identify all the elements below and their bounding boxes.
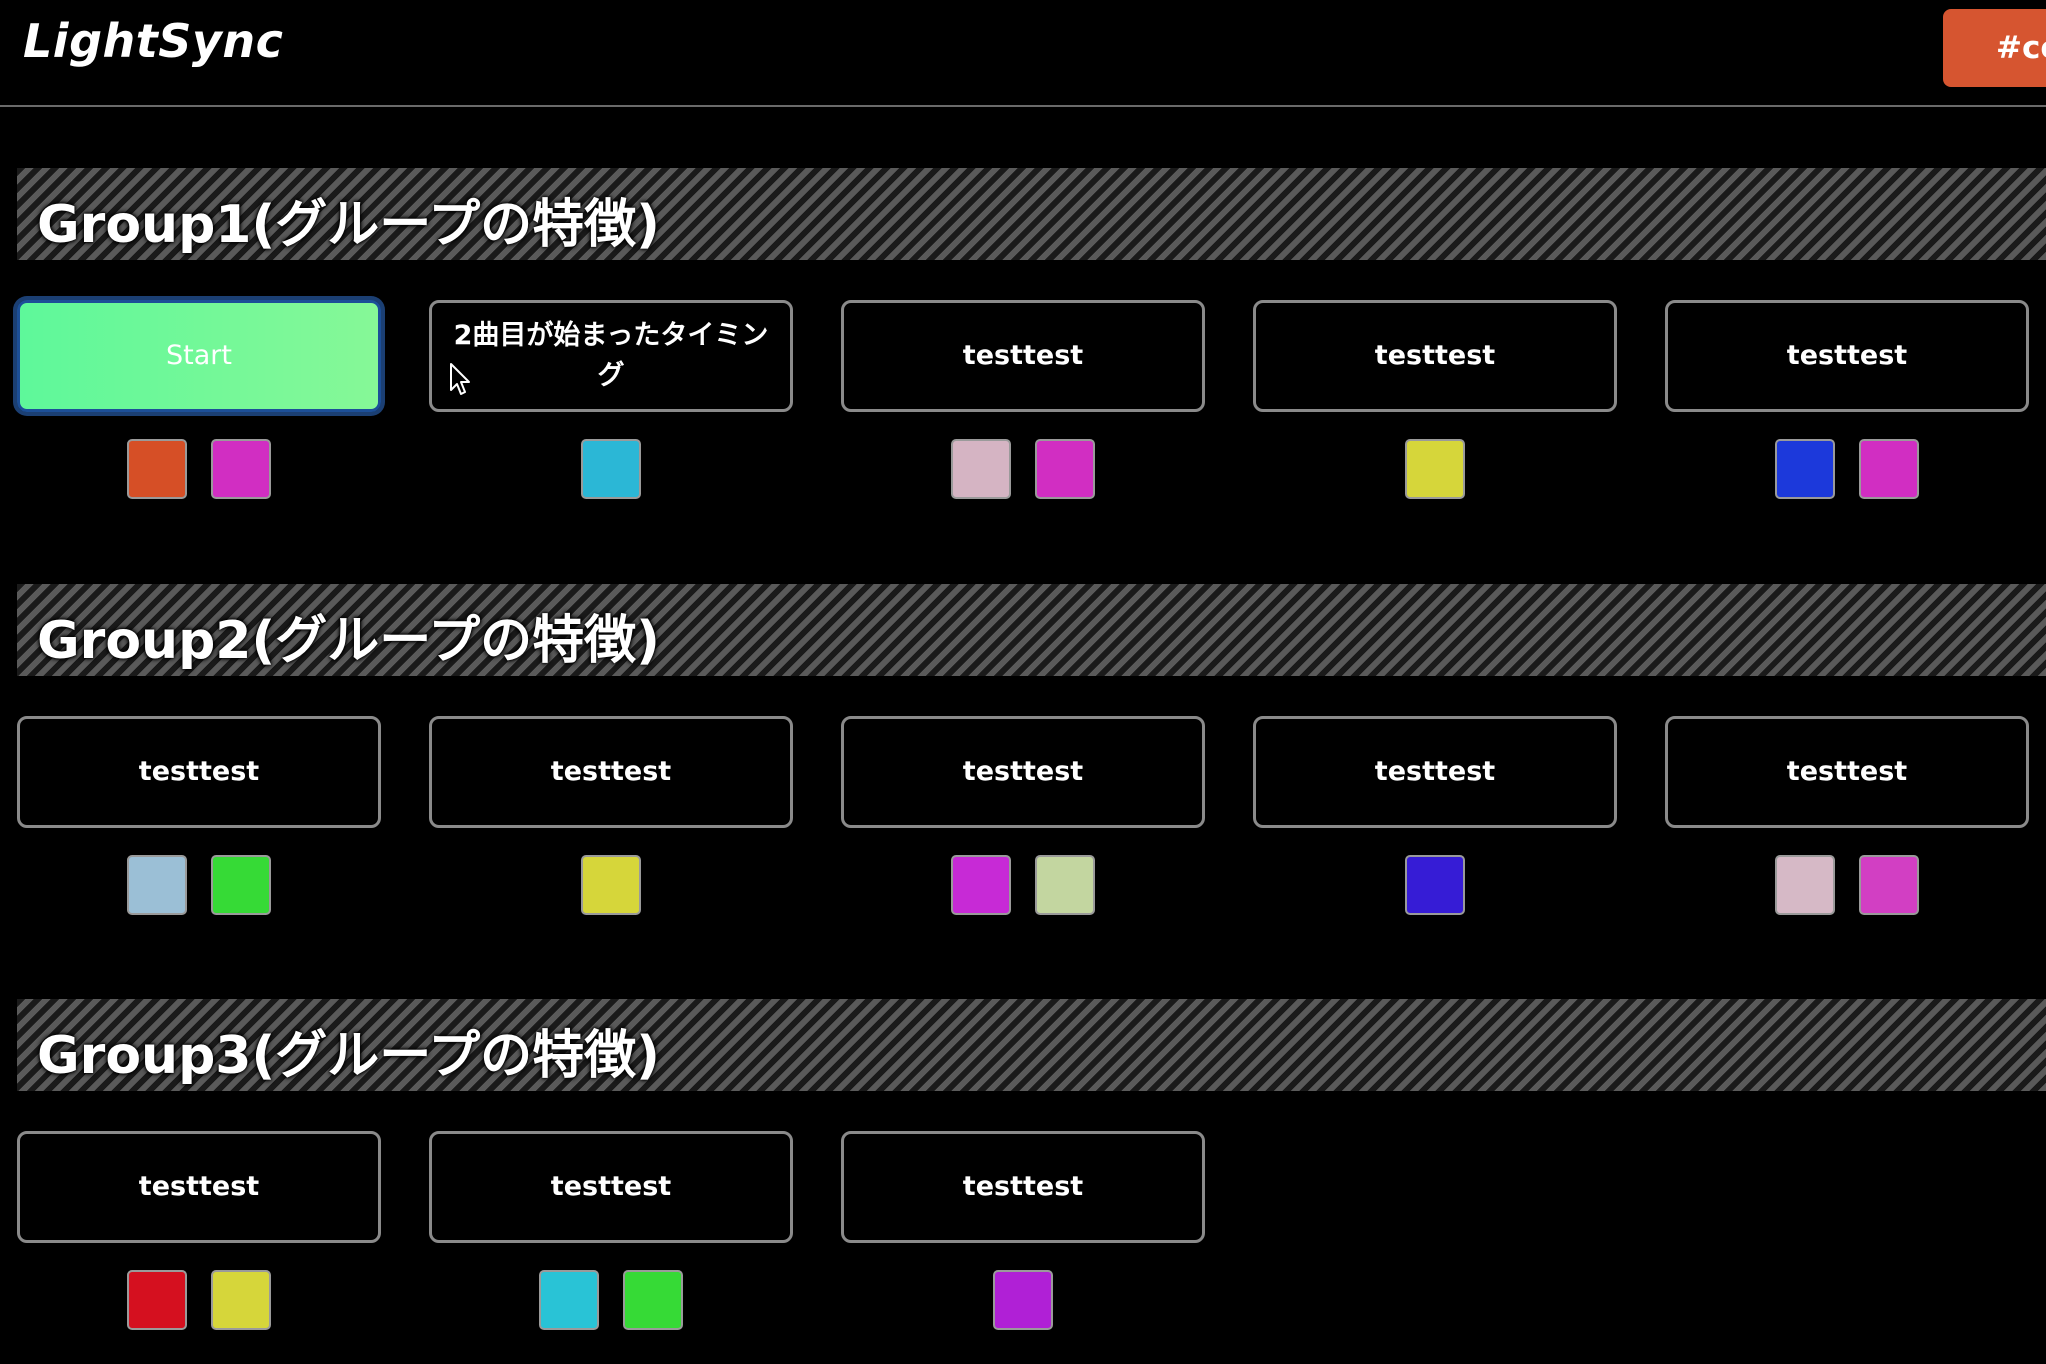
scene-button[interactable]: testtest (841, 716, 1205, 828)
app-header: LightSync #cc (0, 0, 2046, 107)
scene-button[interactable]: testtest (429, 1131, 793, 1243)
color-swatches (14, 855, 384, 919)
group-header: Group3(グループの特徴) (17, 999, 2046, 1091)
color-swatch (951, 855, 1011, 915)
group-header: Group2(グループの特徴) (17, 584, 2046, 676)
color-swatch (1859, 855, 1919, 915)
color-swatch (127, 1270, 187, 1330)
scene-button[interactable]: 2曲目が始まったタイミング (429, 300, 793, 412)
color-swatch (1775, 855, 1835, 915)
page: LightSync #cc Group1(グループの特徴) Start 2曲目が始ま… (0, 0, 2046, 1364)
scene-button[interactable]: testtest (1253, 300, 1617, 412)
scene-button[interactable]: testtest (17, 716, 381, 828)
color-swatch (1405, 855, 1465, 915)
color-swatch (581, 855, 641, 915)
color-swatch (1775, 439, 1835, 499)
scene-button[interactable]: testtest (17, 1131, 381, 1243)
color-swatch (127, 439, 187, 499)
group-title: Group2(グループの特徴) (37, 611, 660, 671)
color-swatches (838, 1270, 1208, 1334)
color-swatch (1405, 439, 1465, 499)
color-swatches (1662, 855, 2032, 919)
color-swatches (1250, 439, 1620, 503)
color-swatches (426, 1270, 796, 1334)
color-swatches (14, 439, 384, 503)
group-title: Group1(グループの特徴) (37, 195, 660, 255)
color-swatch (993, 1270, 1053, 1330)
scene-button[interactable]: testtest (1253, 716, 1617, 828)
scene-button-active[interactable]: Start (17, 300, 381, 412)
color-swatches (1250, 855, 1620, 919)
color-swatches (1662, 439, 2032, 503)
color-swatch (623, 1270, 683, 1330)
group-header: Group1(グループの特徴) (17, 168, 2046, 260)
mouse-cursor-icon (450, 363, 470, 395)
color-swatch (211, 439, 271, 499)
color-swatch (581, 439, 641, 499)
color-swatches (838, 439, 1208, 503)
color-swatch (951, 439, 1011, 499)
color-swatch (1035, 855, 1095, 915)
color-swatches (14, 1270, 384, 1334)
color-swatch (127, 855, 187, 915)
color-swatch (1035, 439, 1095, 499)
color-swatches (838, 855, 1208, 919)
scene-button[interactable]: testtest (1665, 716, 2029, 828)
group-title: Group3(グループの特徴) (37, 1026, 660, 1086)
color-swatch (1859, 439, 1919, 499)
color-swatches (426, 855, 796, 919)
color-swatches (426, 439, 796, 503)
channel-button[interactable]: #cc (1943, 9, 2046, 87)
scene-button[interactable]: testtest (841, 1131, 1205, 1243)
color-swatch (211, 1270, 271, 1330)
scene-button[interactable]: testtest (841, 300, 1205, 412)
color-swatch (211, 855, 271, 915)
scene-button[interactable]: testtest (1665, 300, 2029, 412)
app-title: LightSync (23, 14, 284, 68)
color-swatch (539, 1270, 599, 1330)
scene-button[interactable]: testtest (429, 716, 793, 828)
